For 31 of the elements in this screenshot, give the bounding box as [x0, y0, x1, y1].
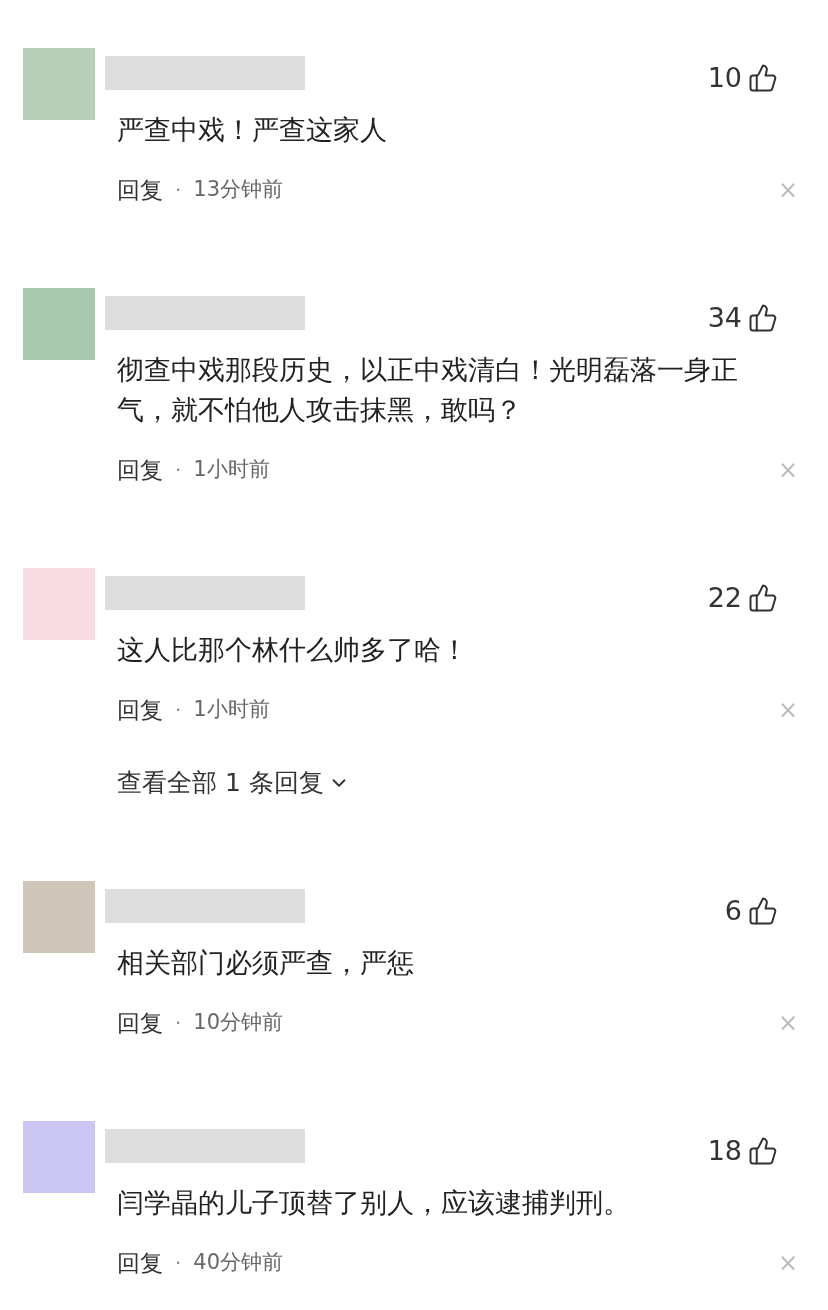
thumbs-up-icon[interactable]: [748, 63, 778, 94]
comment-time: 1小时前: [193, 696, 270, 724]
comment-text: 严查中戏！严查这家人: [116, 113, 388, 147]
view-all-replies-link[interactable]: 查看全部 1 条回复: [105, 765, 778, 801]
reply-link[interactable]: 回复: [117, 1245, 163, 1281]
comment-text: 彻查中戏那段历史，以正中戏清白！光明磊落一身正气，就不怕他人攻击抹黑，敢吗？: [116, 353, 739, 427]
reply-link[interactable]: 回复: [117, 1005, 163, 1041]
thumbs-up-icon[interactable]: [748, 583, 778, 614]
like-count: 10: [707, 61, 742, 95]
like-count: 18: [707, 1134, 742, 1168]
comment-text: 相关部门必须严查，严惩: [116, 946, 415, 980]
thumbs-up-icon[interactable]: [748, 303, 778, 334]
separator: ·: [175, 457, 182, 484]
reply-link[interactable]: 回复: [117, 172, 163, 208]
reply-link[interactable]: 回复: [117, 452, 163, 488]
separator: ·: [175, 177, 182, 204]
separator: ·: [175, 1010, 182, 1037]
like-count: 6: [724, 894, 742, 928]
thumbs-up-icon[interactable]: [748, 896, 778, 927]
comment-text: 这人比那个林什么帅多了哈！: [116, 633, 469, 667]
thumbs-up-icon[interactable]: [748, 1136, 778, 1167]
comment-text: 闫学晶的儿子顶替了别人，应该逮捕判刑。: [116, 1186, 631, 1220]
comment-time: 10分钟前: [193, 1009, 284, 1037]
reply-link[interactable]: 回复: [117, 692, 163, 728]
separator: ·: [175, 1250, 182, 1277]
comment-time: 40分钟前: [193, 1249, 284, 1277]
comment-time: 1小时前: [193, 456, 270, 484]
comment-time: 13分钟前: [193, 176, 284, 204]
like-count: 22: [707, 581, 742, 615]
like-count: 34: [707, 301, 742, 335]
separator: ·: [175, 697, 182, 724]
